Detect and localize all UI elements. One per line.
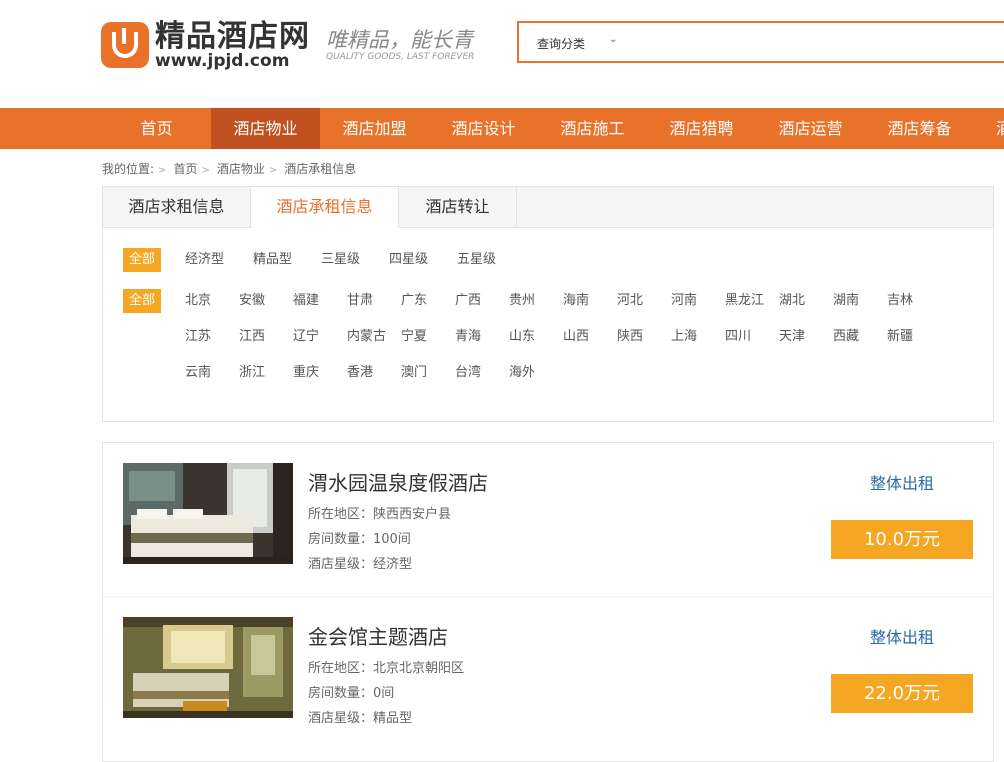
type-filter-option[interactable]: 经济型 xyxy=(185,248,224,272)
region-filter-option[interactable]: 吉林 xyxy=(887,289,913,313)
hotel-rooms: 房间数量：100间 xyxy=(308,532,411,547)
search-input[interactable] xyxy=(639,29,1003,57)
tab-bar: 酒店求租信息 酒店承租信息 酒店转让 xyxy=(103,187,993,228)
breadcrumb-property[interactable]: 酒店物业 xyxy=(217,160,265,177)
hotel-title[interactable]: 渭水园温泉度假酒店 xyxy=(308,467,488,496)
region-filter-option[interactable]: 重庆 xyxy=(293,361,319,385)
hotel-thumbnail[interactable] xyxy=(123,617,293,718)
region-filter-option[interactable]: 河北 xyxy=(617,289,643,313)
region-filter-option[interactable]: 江西 xyxy=(239,325,265,349)
region-filter-option[interactable]: 云南 xyxy=(185,361,211,385)
type-filter-option[interactable]: 五星级 xyxy=(457,248,496,272)
list-item[interactable]: 渭水园温泉度假酒店 所在地区：陕西西安户县 房间数量：100间 酒店星级：经济型… xyxy=(103,443,993,596)
slogan-en: QUALITY GOODS, LAST FOREVER xyxy=(326,52,475,62)
breadcrumb: 我的位置: > 首页 > 酒店物业 > 酒店承租信息 xyxy=(102,160,356,177)
region-filter-option[interactable]: 海外 xyxy=(509,361,535,385)
chevron-right-icon: > xyxy=(268,165,278,176)
region-filter-option[interactable]: 湖北 xyxy=(779,289,805,313)
region-filter-option[interactable]: 广东 xyxy=(401,289,427,313)
region-filter-option[interactable]: 河南 xyxy=(671,289,697,313)
tab-seeking-rental[interactable]: 酒店求租信息 xyxy=(103,187,251,227)
nav-hotel-operation[interactable]: 酒店运营 xyxy=(756,108,865,149)
site-header: 精品酒店网 www.jpjd.com 唯精品，能长青 QUALITY GOODS… xyxy=(0,0,1004,108)
search-box: 查询分类 ⌄ xyxy=(517,21,1004,63)
region-filter-option[interactable]: 新疆 xyxy=(887,325,913,349)
site-logo[interactable]: 精品酒店网 www.jpjd.com xyxy=(101,20,321,72)
region-filter-option[interactable]: 浙江 xyxy=(239,361,265,385)
region-filter-option[interactable]: 北京 xyxy=(185,289,211,313)
region-filter-option[interactable]: 西藏 xyxy=(833,325,859,349)
chevron-right-icon: > xyxy=(158,165,167,176)
region-filter-option[interactable]: 山东 xyxy=(509,325,535,349)
region-filter-option[interactable]: 内蒙古 xyxy=(347,325,386,349)
region-filter-option[interactable]: 澳门 xyxy=(401,361,427,385)
type-filter-option[interactable]: 精品型 xyxy=(253,248,292,272)
chevron-right-icon: > xyxy=(201,165,210,176)
nav-hotel-recruitment[interactable]: 酒店猎聘 xyxy=(647,108,756,149)
nav-home[interactable]: 首页 xyxy=(102,108,211,149)
region-filter-option[interactable]: 贵州 xyxy=(509,289,535,313)
listing-list: 渭水园温泉度假酒店 所在地区：陕西西安户县 房间数量：100间 酒店星级：经济型… xyxy=(102,442,994,762)
hotel-level: 酒店星级：经济型 xyxy=(308,557,413,572)
main-nav: 首页 酒店物业 酒店加盟 酒店设计 酒店施工 酒店猎聘 酒店运营 酒店筹备 酒 xyxy=(0,108,1004,149)
region-filter-option[interactable]: 青海 xyxy=(455,325,481,349)
nav-more[interactable]: 酒 xyxy=(974,108,1004,149)
region-filter-option[interactable]: 陕西 xyxy=(617,325,643,349)
region-filter-all[interactable]: 全部 xyxy=(123,289,162,313)
region-filter-option[interactable]: 江苏 xyxy=(185,325,211,349)
type-filter-option[interactable]: 四星级 xyxy=(389,248,428,272)
price-badge[interactable]: 22.0万元 xyxy=(831,674,973,713)
hotel-thumbnail[interactable] xyxy=(123,463,293,564)
breadcrumb-label: 我的位置: xyxy=(102,162,155,176)
region-filter-option[interactable]: 上海 xyxy=(671,325,697,349)
nav-hotel-preparation[interactable]: 酒店筹备 xyxy=(865,108,974,149)
region-filter-option[interactable]: 湖南 xyxy=(833,289,859,313)
jp-logo-icon xyxy=(101,22,149,68)
region-filter-option[interactable]: 香港 xyxy=(347,361,373,385)
nav-hotel-design[interactable]: 酒店设计 xyxy=(429,108,538,149)
filter-panel: 酒店求租信息 酒店承租信息 酒店转让 全部 经济型 精品型 三星级 四星级 五星… xyxy=(102,186,994,422)
region-filter-option[interactable]: 辽宁 xyxy=(293,325,319,349)
nav-hotel-construction[interactable]: 酒店施工 xyxy=(538,108,647,149)
region-filter-option[interactable]: 台湾 xyxy=(455,361,481,385)
region-filter-option[interactable]: 天津 xyxy=(779,325,805,349)
hotel-region: 所在地区：陕西西安户县 xyxy=(308,507,452,522)
region-filter-option[interactable]: 甘肃 xyxy=(347,289,373,313)
region-filter-option[interactable]: 海南 xyxy=(563,289,589,313)
brand-name: 精品酒店网 xyxy=(155,19,310,54)
hotel-title[interactable]: 金会馆主题酒店 xyxy=(308,621,448,650)
nav-hotel-property[interactable]: 酒店物业 xyxy=(211,108,320,149)
region-filter-option[interactable]: 宁夏 xyxy=(401,325,427,349)
rental-type: 整体出租 xyxy=(870,474,935,493)
hotel-region: 所在地区：北京北京朝阳区 xyxy=(308,661,465,676)
nav-hotel-franchise[interactable]: 酒店加盟 xyxy=(320,108,429,149)
region-filter-option[interactable]: 四川 xyxy=(725,325,751,349)
region-filter-option[interactable]: 安徽 xyxy=(239,289,265,313)
hotel-rooms: 房间数量：0间 xyxy=(308,686,395,701)
type-filter-option[interactable]: 三星级 xyxy=(321,248,360,272)
slogan: 唯精品，能长青 xyxy=(326,28,473,52)
type-filter-all[interactable]: 全部 xyxy=(123,248,162,272)
tab-transfer[interactable]: 酒店转让 xyxy=(399,187,517,227)
search-category-select[interactable]: 查询分类 xyxy=(537,35,585,52)
breadcrumb-current: 酒店承租信息 xyxy=(284,162,357,176)
region-filter-option[interactable]: 广西 xyxy=(455,289,481,313)
price-badge[interactable]: 10.0万元 xyxy=(831,520,973,559)
list-item[interactable]: 金会馆主题酒店 所在地区：北京北京朝阳区 房间数量：0间 酒店星级：精品型 整体… xyxy=(103,596,993,750)
chevron-down-icon[interactable]: ⌄ xyxy=(609,34,617,45)
tab-leasing[interactable]: 酒店承租信息 xyxy=(251,187,399,228)
region-filter-option[interactable]: 山西 xyxy=(563,325,589,349)
region-filter-option[interactable]: 福建 xyxy=(293,289,319,313)
rental-type: 整体出租 xyxy=(870,628,935,647)
breadcrumb-home[interactable]: 首页 xyxy=(173,160,197,177)
region-filter-option[interactable]: 黑龙江 xyxy=(725,289,764,313)
hotel-level: 酒店星级：精品型 xyxy=(308,711,413,726)
brand-url: www.jpjd.com xyxy=(155,51,290,71)
